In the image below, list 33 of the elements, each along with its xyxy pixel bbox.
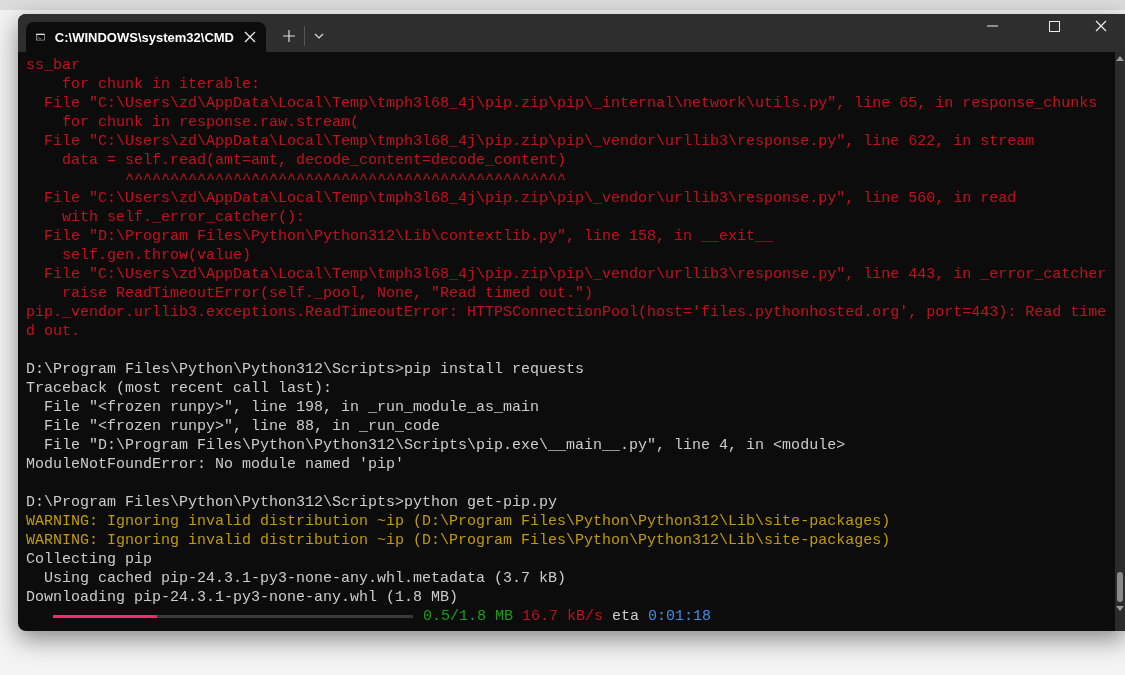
warning-line: WARNING: Ignoring invalid distribution ~ip (D:\Program Files\Python\Python312\Lib\site-packages): [26, 512, 892, 531]
output-line: Using cached pip-24.3.1-py3-none-any.whl.metadata (3.7 kB): [43, 569, 568, 588]
terminal-tab[interactable]: C:\WINDOWS\system32\CMD: [26, 22, 266, 52]
error-line: with self._error_catcher():: [61, 208, 307, 227]
output-line: Downloading pip-24.3.1-py3-none-any.whl (1.8 MB): [26, 588, 460, 607]
error-line: File "C:\Users\zd\AppData\Local\Temp\tmph3l68_4j\pip.zip\pip\_vendor\urllib3\response.py", line 622, in stream: [43, 132, 1036, 151]
output-line: Collecting pip: [26, 550, 154, 569]
error-line: File "C:\Users\zd\AppData\Local\Temp\tmph3l68_4j\pip.zip\pip\_vendor\urllib3\response.py", line 443, in _error_catcher: [43, 265, 1108, 284]
output-line: ModuleNotFoundError: No module named 'pip': [26, 455, 406, 474]
error-line: for chunk in response.raw.stream(: [61, 113, 361, 132]
error-line: File "C:\Users\zd\AppData\Local\Temp\tmph3l68_4j\pip.zip\pip\_vendor\urllib3\response.py", line 560, in read: [43, 189, 1018, 208]
output-line: File "<frozen runpy>", line 88, in _run_code: [43, 417, 442, 436]
tab-title: C:\WINDOWS\system32\CMD: [54, 29, 234, 45]
output-line: D:\Program Files\Python\Python312\Scripts>python get-pip.py: [26, 493, 559, 512]
error-line: d out.: [26, 322, 81, 341]
eta-label: eta: [612, 607, 640, 626]
output-line: Traceback (most recent call last):: [26, 379, 334, 398]
output-line: D:\Program Files\Python\Python312\Scripts>pip install requests: [26, 360, 586, 379]
error-line: self.gen.throw(value): [61, 246, 253, 265]
error-line: ss_bar: [26, 56, 81, 75]
error-line: ^^^^^^^^^^^^^^^^^^^^^^^^^^^^^^^^^^^^^^^^^^^^^^^^^: [124, 170, 568, 189]
error-line: data = self.read(amt=amt, decode_content=decode_content): [61, 151, 568, 170]
output-line: File "D:\Program Files\Python\Python312\Scripts\pip.exe\__main__.py", line 4, in <module>: [43, 436, 847, 455]
output-line: File "<frozen runpy>", line 198, in _run_module_as_main: [43, 398, 541, 417]
error-line: for chunk in iterable:: [61, 75, 262, 94]
eta-time: 0:01:18: [648, 607, 712, 626]
error-line: raise ReadTimeoutError(self._pool, None, "Read timed out."): [61, 284, 595, 303]
download-speed: 16.7 kB/s: [522, 607, 604, 626]
warning-line: WARNING: Ignoring invalid distribution ~ip (D:\Program Files\Python\Python312\Lib\site-packages): [26, 531, 892, 550]
error-line: File "D:\Program Files\Python\Python312\Lib\contextlib.py", line 158, in __exit__: [43, 227, 775, 246]
download-amount: 0.5/1.8 MB: [423, 607, 513, 626]
error-line: File "C:\Users\zd\AppData\Local\Temp\tmph3l68_4j\pip.zip\pip\_internal\network\utils.py", line 65, in response_chunks: [43, 94, 1099, 113]
error-line: pip._vendor.urllib3.exceptions.ReadTimeoutError: HTTPSConnectionPool(host='files.pythonhosted.org', port=443): Read time: [26, 303, 1108, 322]
